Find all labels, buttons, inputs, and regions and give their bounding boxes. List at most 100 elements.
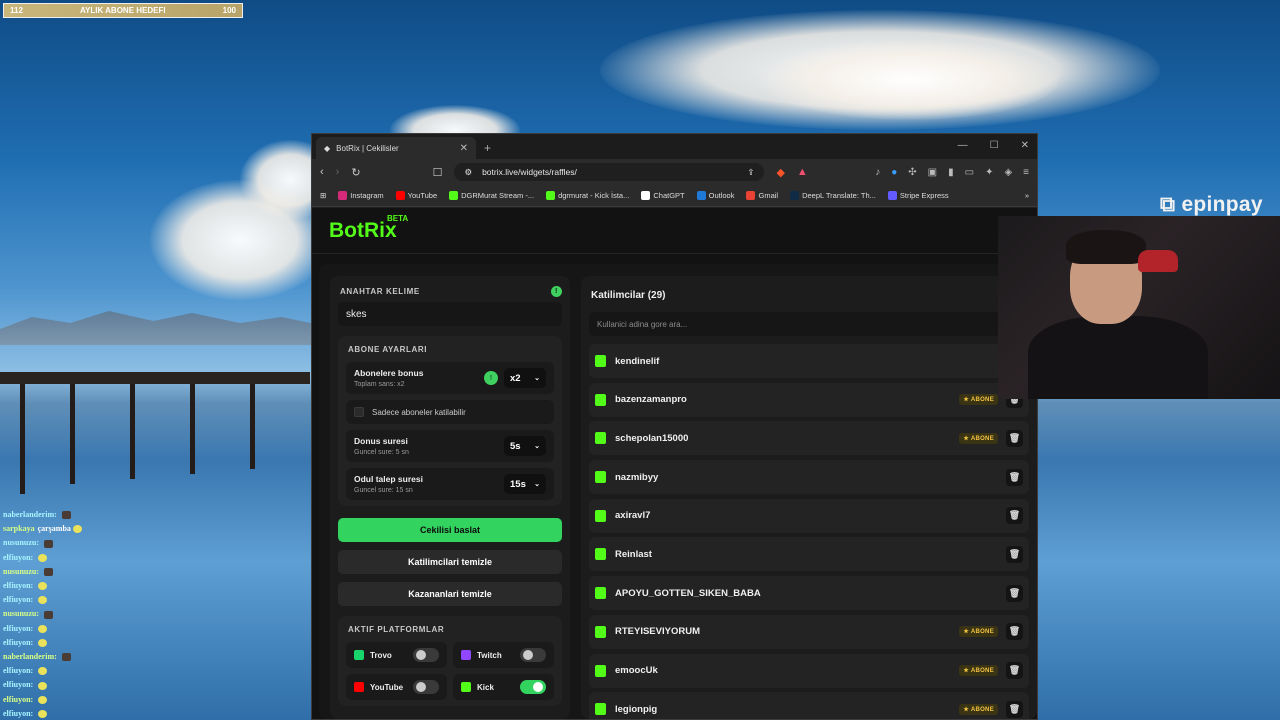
chat-message: naberlanderim: — [3, 508, 303, 522]
bookmark-item[interactable]: Instagram — [338, 191, 384, 201]
chat-username: naberlanderim: — [3, 652, 57, 662]
participant-row: emoocUk ★ ABONE 🗑 — [589, 653, 1029, 688]
keyword-label: ANAHTAR KELIME — [340, 286, 420, 296]
participant-search-input[interactable]: Kullanici adina gore ara... — [589, 312, 1029, 336]
brave-rewards-icon[interactable]: ▲ — [797, 166, 808, 178]
bonus-info-icon[interactable]: ! — [484, 371, 498, 385]
clear-winners-button[interactable]: Kazananlari temizle — [338, 582, 562, 606]
start-raffle-button[interactable]: Cekilisi baslat — [338, 518, 562, 542]
trash-icon[interactable]: 🗑 — [1006, 507, 1023, 525]
sidebar-icon[interactable]: ▮ — [948, 167, 954, 178]
wallet-icon[interactable]: ▭ — [965, 167, 974, 178]
subscriber-badge: ★ ABONE — [959, 626, 998, 638]
participant-name: nazmibyy — [615, 471, 659, 483]
bookmark-item[interactable]: Stripe Express — [887, 190, 949, 201]
chat-message: elfiuyon: — [3, 579, 303, 593]
star-icon: ★ — [963, 629, 971, 636]
reload-icon[interactable]: ↻ — [351, 166, 360, 179]
kick-icon — [595, 509, 606, 522]
goal-target: 100 — [222, 6, 236, 15]
epinpay-logo: ⧉ epinpay — [1160, 193, 1263, 217]
trash-icon[interactable]: 🗑 — [1006, 700, 1023, 718]
chat-message: elfiuyon: — [3, 664, 303, 678]
forward-icon[interactable]: › — [336, 166, 340, 178]
spin-title: Donus suresi — [354, 436, 408, 446]
bookmark-item[interactable]: dgrmurat - Kick İsta... — [546, 191, 629, 201]
minimize-icon[interactable]: — — [958, 140, 968, 151]
participant-name: Reinlast — [615, 548, 652, 560]
participant-row: Reinlast 🗑 — [589, 537, 1029, 572]
trash-icon[interactable]: 🗑 — [1006, 468, 1023, 486]
subscriber-badge: ★ ABONE — [959, 394, 998, 406]
platform-toggle[interactable] — [520, 648, 546, 662]
close-window-icon[interactable]: ✕ — [1021, 140, 1029, 151]
chat-username: elfiuyon: — [3, 708, 34, 718]
url-field[interactable]: ⚙ botrix.live/widgets/raffles/ ⇪ — [454, 163, 765, 181]
kick-icon — [595, 393, 606, 406]
clear-participants-button[interactable]: Katilimcilari temizle — [338, 550, 562, 574]
participant-name: axiravl7 — [615, 510, 651, 522]
bookmark-item[interactable]: DGRMurat Stream -... — [449, 191, 534, 201]
kick-icon — [595, 664, 606, 677]
trash-icon[interactable]: 🗑 — [1006, 545, 1023, 563]
address-bar-row: ‹ › ↻ ☐ ⚙ botrix.live/widgets/raffles/ ⇪… — [312, 159, 1037, 185]
trash-icon[interactable]: 🗑 — [1006, 662, 1023, 679]
bookmark-item[interactable]: ChatGPT — [641, 191, 685, 201]
bonus-select[interactable]: x2 ⌄ — [504, 368, 546, 388]
keyword-input[interactable]: skes — [338, 302, 562, 326]
site-info-icon[interactable]: ⚙ — [464, 167, 472, 178]
platform-toggle[interactable] — [520, 680, 546, 694]
trash-icon[interactable]: 🗑 — [1006, 429, 1023, 447]
participant-name: RTEYISEVIYORUM — [615, 626, 700, 638]
extension-icon[interactable]: ● — [891, 167, 897, 178]
emote-icon — [61, 653, 71, 662]
bookmark-label: DeepL Translate: Th... — [802, 190, 876, 200]
only-subs-checkbox[interactable] — [354, 407, 364, 417]
participant-row: nazmibyy 🗑 — [589, 460, 1029, 495]
maximize-icon[interactable]: ☐ — [990, 140, 999, 151]
bookmark-label: YouTube — [407, 190, 438, 200]
menu-icon[interactable]: ≡ — [1023, 167, 1029, 178]
new-tab-icon[interactable]: + — [484, 141, 491, 155]
bookmark-label: Gmail — [758, 190, 779, 200]
vpn-icon[interactable]: ◈ — [1004, 167, 1012, 178]
bookmark-item[interactable]: Outlook — [696, 191, 734, 201]
botrix-logo[interactable]: BotRix BETA — [329, 214, 408, 243]
share-icon[interactable]: ⇪ — [747, 167, 754, 178]
claim-duration-select[interactable]: 15s ⌄ — [504, 474, 546, 494]
trash-icon[interactable]: 🗑 — [1006, 623, 1023, 641]
trash-icon[interactable]: 🗑 — [1006, 584, 1023, 602]
more-bookmarks-icon[interactable]: » — [1025, 191, 1029, 200]
audio-icon[interactable]: ♪ — [875, 167, 880, 178]
star-icon: ★ — [963, 397, 971, 404]
star-icon: ★ — [963, 668, 971, 674]
bookmark-favicon-icon — [395, 191, 405, 201]
bookmark-favicon-icon — [790, 191, 800, 201]
platform-name: Trovo — [370, 650, 392, 660]
close-tab-icon[interactable]: ✕ — [460, 143, 468, 154]
brave-shield-icon[interactable]: ◆ — [776, 166, 784, 179]
info-icon[interactable]: ! — [551, 285, 562, 297]
bookmark-item[interactable]: Gmail — [746, 191, 778, 201]
chat-message: naberlanderim: — [3, 650, 303, 664]
bookmark-label: Stripe Express — [899, 190, 949, 200]
platform-toggle[interactable] — [413, 648, 439, 662]
platform-toggle[interactable] — [413, 680, 439, 694]
participant-name: bazenzamanpro — [615, 394, 687, 406]
bookmark-item[interactable]: YouTube — [395, 190, 438, 201]
subscriber-badge: ★ ABONE — [959, 432, 998, 444]
bookmark-star-icon[interactable]: ☐ — [433, 166, 443, 179]
leo-icon[interactable]: ✦ — [985, 167, 993, 178]
emote-icon — [61, 511, 71, 520]
only-subs-row[interactable]: Sadece aboneler katilabilir — [346, 400, 554, 424]
webcam-feed — [998, 216, 1280, 399]
bookmark-item[interactable]: DeepL Translate: Th... — [790, 191, 876, 201]
apps-grid-icon[interactable]: ⊞ — [320, 191, 326, 200]
emote-icon — [72, 525, 82, 534]
back-icon[interactable]: ‹ — [320, 166, 324, 178]
puzzle-icon[interactable]: ✣ — [908, 167, 916, 178]
emote-icon — [44, 539, 54, 548]
screenshot-icon[interactable]: ▣ — [928, 167, 937, 178]
spin-duration-select[interactable]: 5s ⌄ — [504, 436, 546, 456]
tab-botrix[interactable]: ◆ BotRix | Cekilisler ✕ — [316, 137, 476, 159]
